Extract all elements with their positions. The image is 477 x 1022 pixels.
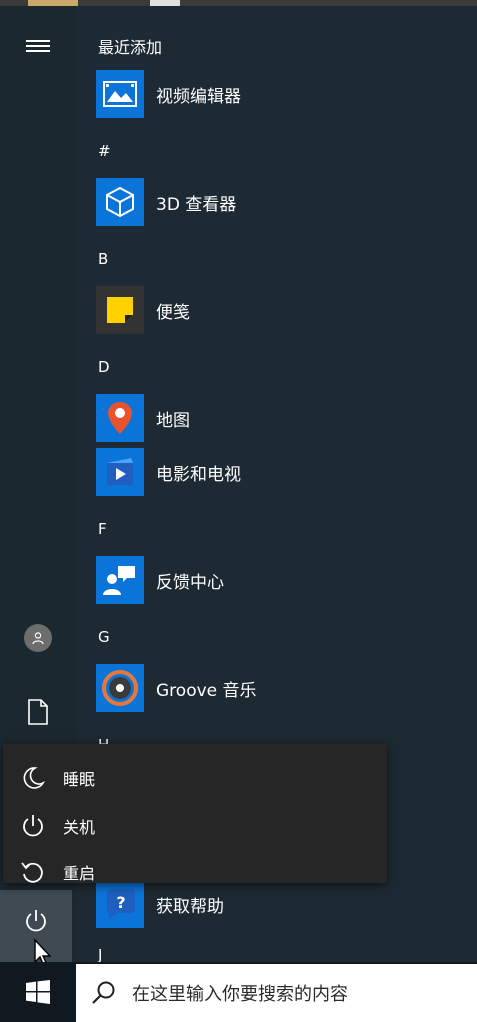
avatar-icon: [24, 624, 52, 652]
video-editor-icon: [96, 70, 144, 118]
sleep-menu-item[interactable]: 睡眠: [3, 758, 387, 798]
app-item-video-editor[interactable]: 视频编辑器: [96, 70, 396, 118]
section-header-hash[interactable]: #: [98, 142, 111, 160]
app-label: Groove 音乐: [156, 680, 257, 701]
taskbar: 在这里输入你要搜索的内容: [0, 962, 477, 1022]
app-label: 获取帮助: [156, 896, 224, 917]
recent-header: 最近添加: [98, 38, 163, 57]
power-icon: [26, 910, 46, 932]
app-item-sticky-notes[interactable]: 便笺: [96, 286, 396, 334]
app-item-3d-viewer[interactable]: 3D 查看器: [96, 178, 396, 226]
section-header-b[interactable]: B: [98, 250, 108, 268]
app-label: 电影和电视: [156, 464, 241, 485]
app-item-feedback-hub[interactable]: 反馈中心: [96, 556, 396, 604]
sticky-notes-icon: [96, 286, 144, 334]
user-account-button[interactable]: [0, 612, 76, 664]
groove-music-icon: [96, 664, 144, 712]
app-label: 视频编辑器: [156, 86, 241, 107]
restart-label: 重启: [63, 864, 96, 883]
power-icon: [23, 815, 43, 837]
section-header-g[interactable]: G: [98, 628, 110, 646]
documents-button[interactable]: [0, 686, 76, 738]
shutdown-label: 关机: [63, 818, 96, 837]
expand-menu-button[interactable]: [0, 20, 76, 72]
power-options-menu: 睡眠 关机 重启: [3, 744, 387, 883]
restart-menu-item[interactable]: 重启: [3, 852, 387, 892]
app-label: 3D 查看器: [156, 194, 237, 215]
sleep-label: 睡眠: [63, 770, 96, 789]
app-item-groove-music[interactable]: Groove 音乐: [96, 664, 396, 712]
section-header-d[interactable]: D: [98, 358, 110, 376]
hamburger-icon: [26, 37, 50, 55]
map-pin-icon: [96, 394, 144, 442]
search-placeholder: 在这里输入你要搜索的内容: [132, 984, 348, 1005]
document-icon: [28, 699, 48, 725]
shutdown-menu-item[interactable]: 关机: [3, 806, 387, 846]
taskbar-search-box[interactable]: 在这里输入你要搜索的内容: [76, 964, 477, 1022]
search-icon: [92, 981, 115, 1004]
app-label: 便笺: [156, 302, 190, 323]
moon-icon: [23, 767, 45, 789]
app-label: 地图: [156, 410, 190, 431]
cube-icon: [96, 178, 144, 226]
top-thumbnail-2: [150, 0, 180, 6]
windows-logo-icon: [26, 980, 50, 1004]
movies-tv-icon: [96, 448, 144, 496]
app-item-maps[interactable]: 地图: [96, 394, 396, 442]
feedback-icon: [96, 556, 144, 604]
svg-text:?: ?: [116, 893, 125, 912]
start-button[interactable]: [0, 962, 76, 1022]
restart-icon: [21, 862, 43, 883]
app-item-movies-tv[interactable]: 电影和电视: [96, 448, 396, 496]
section-header-f[interactable]: F: [98, 520, 107, 538]
app-label: 反馈中心: [156, 572, 224, 593]
